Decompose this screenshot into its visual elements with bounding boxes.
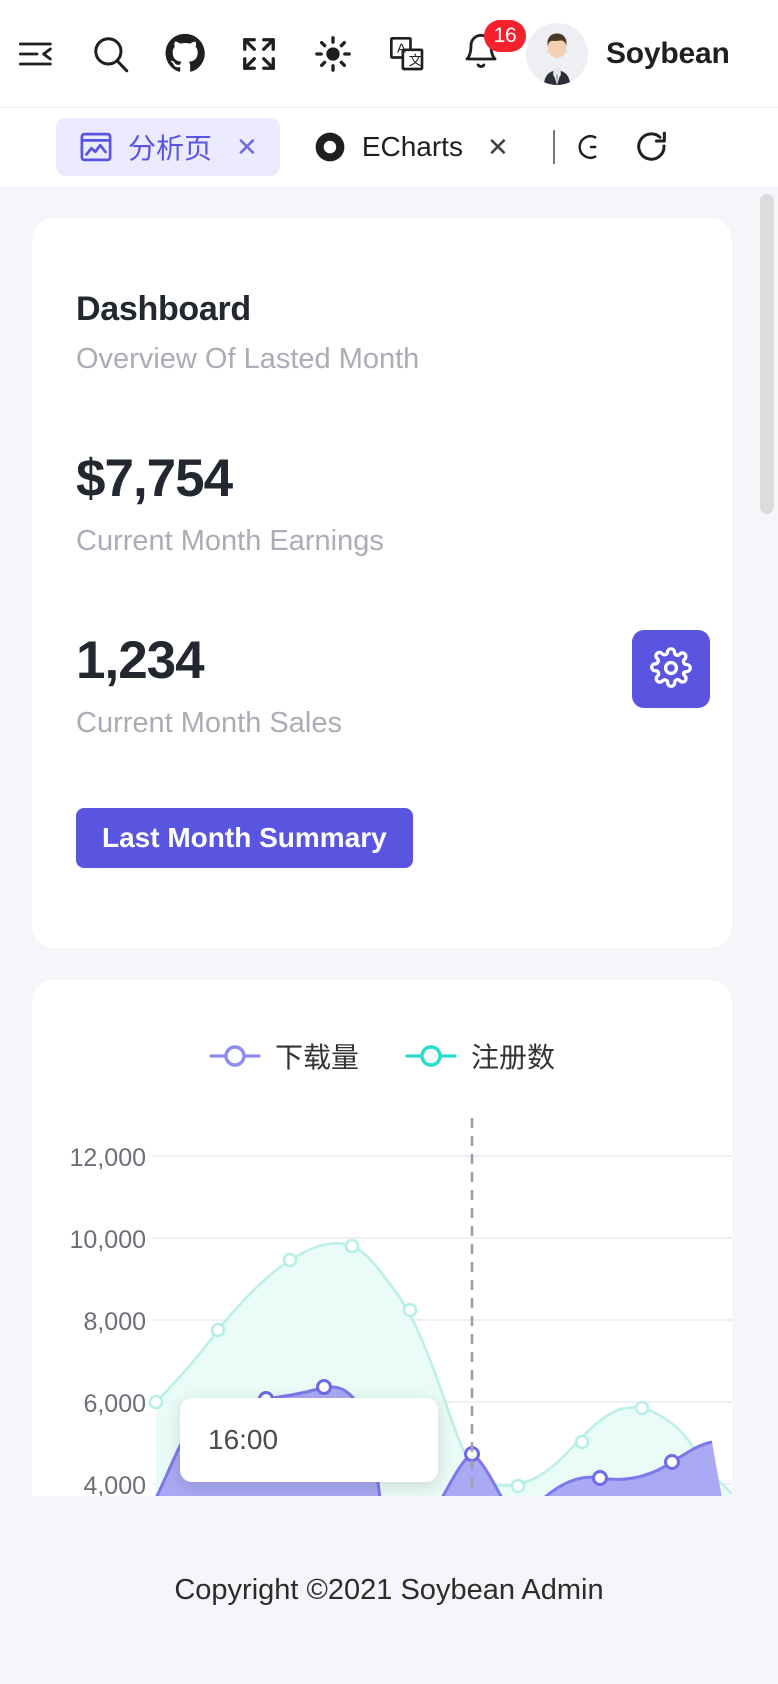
page-title: Dashboard bbox=[76, 290, 688, 329]
legend-marker-icon bbox=[209, 1043, 261, 1069]
gear-icon bbox=[650, 647, 692, 692]
tab-bar: 分析页 ✕ ECharts ✕ bbox=[0, 108, 778, 186]
legend-marker-icon bbox=[405, 1043, 457, 1069]
reload-icon[interactable] bbox=[613, 128, 691, 166]
page-subtitle: Overview Of Lasted Month bbox=[76, 343, 688, 376]
copyright-text: Copyright ©2021 Soybean Admin bbox=[174, 1574, 603, 1607]
tab-actions bbox=[569, 128, 691, 166]
svg-text:A: A bbox=[397, 40, 406, 55]
legend-item-download[interactable]: 下载量 bbox=[209, 1036, 359, 1076]
tab-divider bbox=[553, 130, 555, 164]
chart-plot-area[interactable]: 12,000 10,000 8,000 6,000 4,000 bbox=[32, 1098, 732, 1496]
tab-close-icon[interactable]: ✕ bbox=[236, 134, 258, 160]
svg-text:文: 文 bbox=[409, 52, 422, 67]
tab-close-icon[interactable]: ✕ bbox=[487, 134, 509, 160]
echarts-logo-icon bbox=[312, 129, 348, 165]
language-icon[interactable]: A 文 bbox=[370, 0, 444, 108]
stat-value: $7,754 bbox=[76, 448, 688, 509]
tab-echarts[interactable]: ECharts ✕ bbox=[290, 118, 531, 176]
chart-legend: 下载量 注册数 bbox=[32, 980, 732, 1076]
last-month-summary-button[interactable]: Last Month Summary bbox=[76, 808, 413, 868]
analysis-chart-icon bbox=[78, 129, 114, 165]
dashboard-card: Dashboard Overview Of Lasted Month $7,75… bbox=[32, 218, 732, 948]
footer: Copyright ©2021 Soybean Admin bbox=[0, 1496, 778, 1684]
legend-item-register[interactable]: 注册数 bbox=[405, 1036, 555, 1076]
legend-label: 下载量 bbox=[275, 1036, 359, 1076]
menu-fold-icon[interactable] bbox=[0, 0, 74, 108]
tab-overflow-icon[interactable] bbox=[569, 130, 613, 164]
stat-sales: 1,234 Current Month Sales bbox=[76, 630, 688, 740]
vertical-scrollbar-track[interactable] bbox=[760, 186, 774, 1496]
chart-tooltip: 16:00 bbox=[180, 1398, 438, 1482]
stat-earnings: $7,754 Current Month Earnings bbox=[76, 448, 688, 558]
stat-label: Current Month Earnings bbox=[76, 525, 688, 558]
notification-bell-button[interactable]: 16 bbox=[444, 0, 518, 108]
fullscreen-icon[interactable] bbox=[222, 0, 296, 108]
avatar[interactable] bbox=[526, 23, 588, 85]
stat-label: Current Month Sales bbox=[76, 707, 688, 740]
scroll-content: Dashboard Overview Of Lasted Month $7,75… bbox=[0, 186, 778, 1496]
tab-analysis[interactable]: 分析页 ✕ bbox=[56, 118, 280, 176]
notification-badge: 16 bbox=[484, 20, 526, 52]
tooltip-axis-label: 16:00 bbox=[208, 1424, 278, 1456]
legend-label: 注册数 bbox=[471, 1036, 555, 1076]
app-root: A 文 16 Soybean bbox=[0, 0, 778, 1684]
search-icon[interactable] bbox=[74, 0, 148, 108]
github-icon[interactable] bbox=[148, 0, 222, 108]
chart-card: 下载量 注册数 12,000 10,000 8,000 6,000 4,000 bbox=[32, 980, 732, 1496]
user-name[interactable]: Soybean bbox=[606, 37, 730, 71]
stat-value: 1,234 bbox=[76, 630, 688, 691]
tab-label: 分析页 bbox=[128, 127, 212, 167]
tab-label: ECharts bbox=[362, 131, 463, 163]
top-header: A 文 16 Soybean bbox=[0, 0, 778, 108]
vertical-scrollbar[interactable] bbox=[760, 194, 774, 514]
theme-sun-icon[interactable] bbox=[296, 0, 370, 108]
settings-button[interactable] bbox=[632, 630, 710, 708]
